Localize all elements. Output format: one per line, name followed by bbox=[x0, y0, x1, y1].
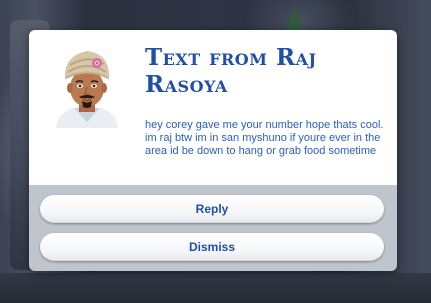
message-body: hey corey gave me your number hope thats… bbox=[145, 119, 384, 157]
reply-button-label: Reply bbox=[195, 202, 229, 216]
text-message-dialog: Text from Raj Rasoya hey corey gave me y… bbox=[29, 30, 397, 271]
dialog-content-area: Text from Raj Rasoya hey corey gave me y… bbox=[29, 30, 397, 185]
message-title: Text from Raj Rasoya bbox=[145, 44, 317, 98]
dismiss-button[interactable]: Dismiss bbox=[40, 233, 384, 261]
background-tree bbox=[285, 6, 303, 32]
reply-button[interactable]: Reply bbox=[40, 195, 384, 223]
background-ground bbox=[0, 273, 431, 303]
sim-portrait-icon bbox=[56, 51, 118, 128]
dismiss-button-label: Dismiss bbox=[188, 240, 236, 254]
